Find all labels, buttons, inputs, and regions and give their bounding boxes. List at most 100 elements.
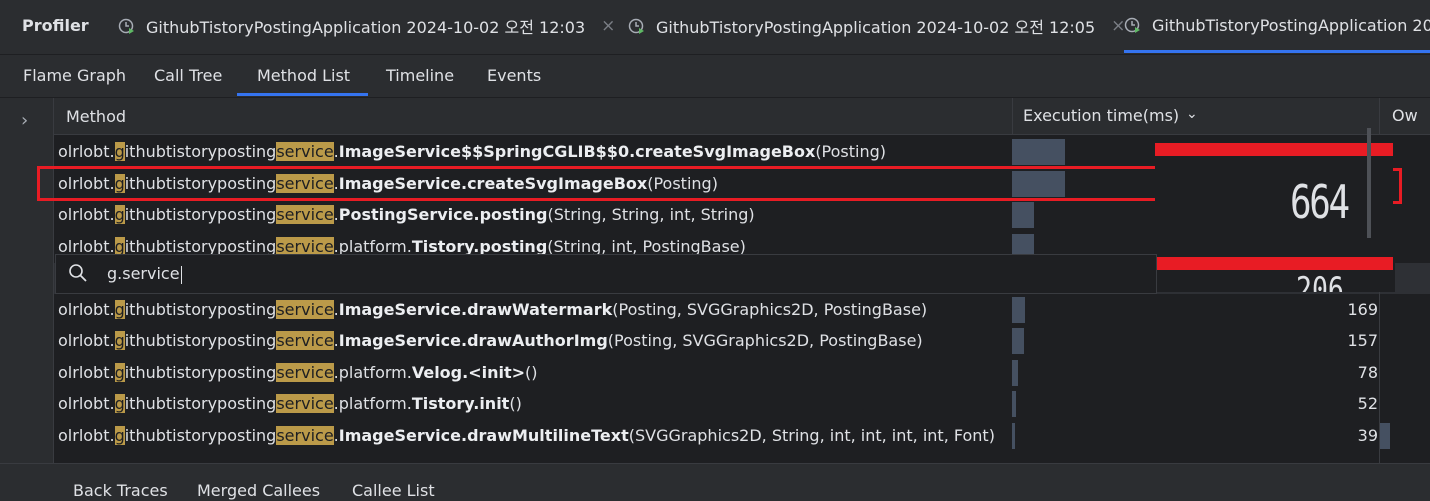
package-prefix: olrlobt.	[58, 394, 115, 413]
method-name: ImageService.drawWatermark	[338, 299, 613, 319]
highlight-annotation-box	[37, 166, 1155, 201]
table-header: Method Execution time(ms) ⌄ Ow	[54, 98, 1430, 135]
session-tab-1205[interactable]: GithubTistoryPostingApplication 2024-10-…	[628, 0, 1125, 52]
method-name: ImageService.drawAuthorImg	[338, 331, 608, 350]
partial-row	[56, 450, 856, 463]
method-signature: olrlobt.githubtistorypostingservice.Imag…	[58, 299, 928, 319]
left-gutter	[0, 98, 54, 463]
package-name: ithubtistoryposting	[124, 299, 277, 319]
package-prefix: olrlobt.	[58, 142, 115, 161]
own-time-bar	[1379, 422, 1390, 449]
method-signature: olrlobt.githubtistorypostingservice.plat…	[58, 236, 746, 256]
search-input[interactable]: g.service	[107, 264, 182, 284]
package-name: ithubtistoryposting	[124, 331, 277, 350]
profiler-run-icon	[628, 18, 644, 34]
column-divider[interactable]	[1012, 98, 1013, 134]
package-prefix: olrlobt.	[58, 331, 115, 350]
method-args: (Posting, SVGGraphics2D, PostingBase)	[607, 331, 923, 350]
package-name: ithubtistoryposting	[124, 362, 277, 382]
search-match: service	[276, 299, 334, 319]
search-match: g	[114, 299, 125, 319]
profiler-run-icon	[1124, 17, 1140, 33]
view-tabs: Flame Graph Call Tree Method List Timeli…	[0, 55, 1430, 98]
search-input-value: g.service	[107, 264, 180, 283]
execution-time-value: 78	[1357, 362, 1378, 382]
execution-time-bar	[1012, 139, 1065, 165]
tab-merged-callees[interactable]: Merged Callees	[197, 481, 320, 500]
method-signature: olrlobt.githubtistorypostingservice.Post…	[58, 205, 755, 224]
method-args: (Posting, SVGGraphics2D, PostingBase)	[612, 299, 928, 319]
package-name: ithubtistoryposting	[124, 205, 277, 224]
tab-flame-graph[interactable]: Flame Graph	[23, 66, 126, 85]
package-name: ithubtistoryposting	[124, 394, 277, 413]
profiler-run-icon	[118, 18, 134, 34]
zoomed-execution-time: 664	[1290, 175, 1350, 229]
chevron-right-icon[interactable]: ›	[21, 110, 28, 131]
session-tab-label: GithubTistoryPostingApplication 2024-10-…	[146, 18, 586, 37]
execution-time-value: 52	[1357, 394, 1378, 413]
search-match: service	[276, 205, 334, 224]
method-args: ()	[525, 362, 538, 382]
table-row[interactable]: olrlobt.githubtistorypostingservice.Imag…	[54, 295, 1430, 326]
package-name: ithubtistoryposting	[124, 236, 277, 256]
package-prefix: olrlobt.	[58, 205, 115, 224]
execution-time-value: 39	[1357, 425, 1378, 445]
tab-timeline[interactable]: Timeline	[386, 66, 454, 85]
search-match: service	[276, 425, 334, 445]
table-row[interactable]: olrlobt.githubtistorypostingservice.plat…	[54, 358, 1430, 389]
execution-time-bar	[1012, 202, 1034, 228]
search-match: g	[114, 425, 125, 445]
method-name: Velog.<init>	[411, 362, 526, 382]
column-header-execution-time[interactable]: Execution time(ms)	[1023, 106, 1179, 125]
tab-method-list[interactable]: Method List	[257, 66, 350, 85]
session-tab-label: GithubTistoryPostingApplication 2024-10-…	[656, 18, 1096, 37]
close-icon[interactable]: ×	[601, 16, 615, 36]
zoomed-execution-time-partial: 206	[1296, 270, 1344, 292]
chevron-down-icon[interactable]: ⌄	[1186, 106, 1198, 122]
session-tab-label: GithubTistoryPostingApplication 20	[1152, 15, 1430, 35]
search-match: service	[276, 331, 334, 350]
column-header-method[interactable]: Method	[66, 107, 126, 126]
bottom-tabs: Back Traces Merged Callees Callee List	[0, 463, 1430, 501]
method-name: ImageService$$SpringCGLIB$$0.createSvgIm…	[338, 142, 816, 161]
execution-time-bar	[1012, 422, 1015, 449]
package-prefix: olrlobt.	[58, 425, 115, 445]
column-header-own-time[interactable]: Ow	[1392, 106, 1418, 125]
execution-time-bar	[1012, 359, 1018, 386]
package-name: ithubtistoryposting	[124, 425, 277, 445]
method-name: Tistory.posting	[411, 236, 548, 256]
package-platform: platform.	[338, 236, 412, 256]
table-row[interactable]: olrlobt.githubtistorypostingservice.Imag…	[54, 326, 1430, 357]
search-match: g	[114, 205, 125, 224]
execution-time-bar	[1012, 328, 1024, 354]
profiler-tab-bar: Profiler GithubTistoryPostingApplication…	[0, 0, 1430, 55]
tab-events[interactable]: Events	[487, 66, 541, 85]
method-signature: olrlobt.githubtistorypostingservice.plat…	[58, 362, 538, 382]
annotation-bar	[1155, 257, 1393, 270]
app-title: Profiler	[22, 16, 89, 35]
search-match: service	[276, 142, 334, 161]
method-signature: olrlobt.githubtistorypostingservice.Imag…	[58, 331, 923, 350]
search-match: g	[114, 331, 125, 350]
execution-time-bar	[1012, 296, 1025, 323]
package-prefix: olrlobt.	[58, 362, 115, 382]
search-match: service	[276, 362, 334, 382]
search-popup[interactable]: g.service	[55, 254, 1157, 294]
method-args: (String, int, PostingBase)	[547, 236, 746, 256]
table-row[interactable]: olrlobt.githubtistorypostingservice.Imag…	[54, 421, 1430, 452]
tab-call-tree[interactable]: Call Tree	[154, 66, 222, 85]
table-row[interactable]: olrlobt.githubtistorypostingservice.plat…	[54, 389, 1430, 420]
scrollbar-thumb[interactable]	[1367, 128, 1371, 238]
tab-callee-list[interactable]: Callee List	[352, 481, 435, 500]
method-signature: olrlobt.githubtistorypostingservice.Imag…	[58, 425, 995, 445]
column-divider[interactable]	[1379, 98, 1380, 134]
tab-back-traces[interactable]: Back Traces	[73, 481, 168, 500]
search-icon	[69, 264, 87, 282]
method-name: Tistory.init	[411, 394, 510, 413]
search-match: g	[114, 142, 125, 161]
annotation-bar	[1155, 143, 1393, 156]
method-args: ()	[509, 394, 522, 413]
package-platform: platform.	[338, 394, 412, 413]
session-tab-1203[interactable]: GithubTistoryPostingApplication 2024-10-…	[118, 0, 615, 52]
session-tab-active[interactable]: GithubTistoryPostingApplication 20	[1124, 0, 1430, 53]
